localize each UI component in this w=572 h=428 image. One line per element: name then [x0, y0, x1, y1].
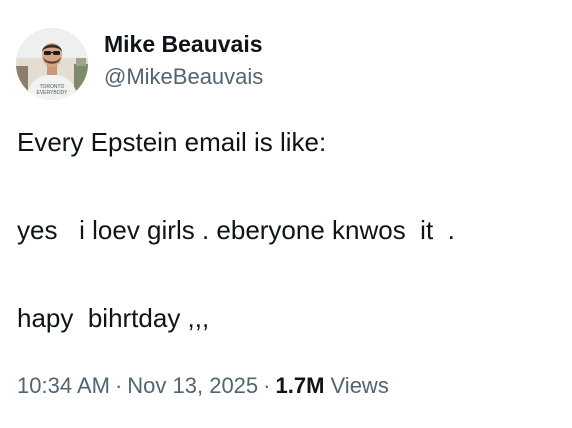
tweet-text-line: yes i loev girls . eberyone knwos it .	[17, 215, 455, 245]
tweet-card: TORONTO EVERYBODY Mike Beauvais @MikeBea…	[0, 0, 572, 428]
author-handle[interactable]: @MikeBeauvais	[104, 63, 263, 91]
svg-text:EVERYBODY: EVERYBODY	[36, 90, 68, 96]
profile-photo-icon: TORONTO EVERYBODY	[16, 28, 88, 100]
tweet-date[interactable]: Nov 13, 2025	[127, 373, 258, 398]
author-display-name[interactable]: Mike Beauvais	[104, 30, 263, 58]
tweet-text-line: Every Epstein email is like:	[17, 127, 327, 157]
views-count[interactable]: 1.7M	[275, 373, 324, 398]
meta-separator: ·	[114, 373, 123, 398]
avatar[interactable]: TORONTO EVERYBODY	[16, 28, 88, 100]
tweet-text-line: hapy bihrtday ,,,	[17, 303, 210, 333]
views-label[interactable]: Views	[331, 373, 389, 398]
tweet-meta: 10:34 AM · Nov 13, 2025 · 1.7M Views	[17, 370, 389, 402]
meta-separator: ·	[263, 373, 271, 398]
tweet-time[interactable]: 10:34 AM	[17, 373, 110, 398]
